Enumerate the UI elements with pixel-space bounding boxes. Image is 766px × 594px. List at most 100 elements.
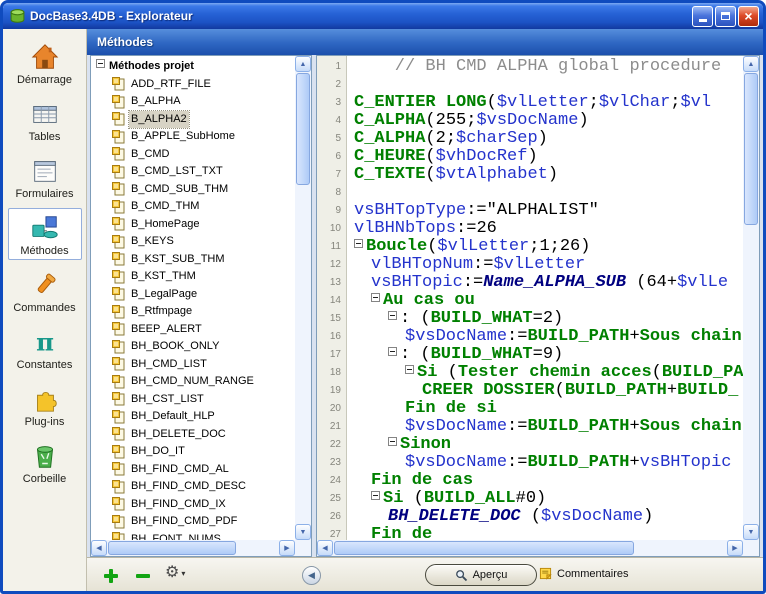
tree-item[interactable]: BH_CMD_LIST bbox=[91, 356, 295, 374]
code-line[interactable]: Fin de cas bbox=[348, 472, 743, 490]
tree-item[interactable]: BH_Default_HLP bbox=[91, 408, 295, 426]
code-line[interactable]: : (BUILD_WHAT=2) bbox=[348, 310, 743, 328]
fold-toggle-icon[interactable] bbox=[371, 293, 380, 302]
fold-toggle-icon[interactable] bbox=[388, 347, 397, 356]
code-line[interactable]: $vsDocName:=BUILD_PATH+Sous chain bbox=[348, 328, 743, 346]
code-line[interactable] bbox=[348, 76, 743, 94]
code-line[interactable]: C_HEURE($vhDocRef) bbox=[348, 148, 743, 166]
tree-item[interactable]: B_KST_THM bbox=[91, 268, 295, 286]
fold-toggle-icon[interactable] bbox=[354, 239, 363, 248]
code-line[interactable]: $vsDocName:=BUILD_PATH+vsBHTopic bbox=[348, 454, 743, 472]
options-button[interactable]: ⚙ ▾ bbox=[165, 565, 185, 581]
code-line[interactable]: Fin de bbox=[348, 526, 743, 540]
scroll-left-button[interactable]: ◀ bbox=[317, 540, 333, 556]
fold-toggle-icon[interactable] bbox=[405, 365, 414, 374]
code-line[interactable]: Boucle($vlLetter;1;26) bbox=[348, 238, 743, 256]
scrollbar-thumb[interactable] bbox=[334, 541, 634, 555]
tree-item[interactable]: B_CMD bbox=[91, 146, 295, 164]
sidebar-item-constantes[interactable]: πConstantes bbox=[8, 322, 82, 374]
sidebar-item-corbeille[interactable]: Corbeille bbox=[8, 436, 82, 488]
sidebar-item-tables[interactable]: Tables bbox=[8, 94, 82, 146]
maximize-button[interactable] bbox=[715, 6, 736, 27]
tree-item[interactable]: BH_DELETE_DOC bbox=[91, 426, 295, 444]
code-line[interactable]: C_ALPHA(2;$charSep) bbox=[348, 130, 743, 148]
tree-item[interactable]: BH_DO_IT bbox=[91, 443, 295, 461]
minimize-button[interactable] bbox=[692, 6, 713, 27]
tree-item[interactable]: B_APPLE_SubHome bbox=[91, 128, 295, 146]
tree-item[interactable]: BH_FIND_CMD_DESC bbox=[91, 478, 295, 496]
tree-item[interactable]: B_KST_SUB_THM bbox=[91, 251, 295, 269]
commands-icon bbox=[9, 269, 81, 301]
add-method-button[interactable] bbox=[103, 568, 119, 584]
tree-item[interactable]: B_CMD_LST_TXT bbox=[91, 163, 295, 181]
scroll-down-button[interactable]: ▼ bbox=[743, 524, 759, 540]
code-line[interactable] bbox=[348, 184, 743, 202]
code-line[interactable]: Si (BUILD_ALL#0) bbox=[348, 490, 743, 508]
code-line[interactable]: Au cas ou bbox=[348, 292, 743, 310]
scroll-left-button[interactable]: ◀ bbox=[91, 540, 107, 556]
scrollbar-thumb[interactable] bbox=[296, 73, 310, 185]
scroll-up-button[interactable]: ▲ bbox=[743, 56, 759, 72]
comments-button[interactable]: Commentaires bbox=[539, 567, 629, 580]
code-line[interactable]: Fin de si bbox=[348, 400, 743, 418]
method-tree[interactable]: Méthodes projet ADD_RTF_FILEB_ALPHAB_ALP… bbox=[91, 56, 295, 540]
tree-item[interactable]: B_ALPHA2 bbox=[91, 111, 295, 129]
tree-vertical-scrollbar[interactable]: ▲ ▼ bbox=[295, 56, 311, 540]
sidebar-item-commandes[interactable]: Commandes bbox=[8, 265, 82, 317]
tree-item[interactable]: BH_BOOK_ONLY bbox=[91, 338, 295, 356]
remove-method-button[interactable] bbox=[135, 568, 151, 584]
collapse-toggle-icon[interactable] bbox=[96, 59, 105, 68]
tree-item[interactable]: BH_CST_LIST bbox=[91, 391, 295, 409]
tree-item[interactable]: B_Rtfmpage bbox=[91, 303, 295, 321]
sidebar-item-d-marrage[interactable]: Démarrage bbox=[8, 37, 82, 89]
scroll-right-button[interactable]: ▶ bbox=[727, 540, 743, 556]
code-line[interactable]: : (BUILD_WHAT=9) bbox=[348, 346, 743, 364]
tree-item[interactable]: BH_FIND_CMD_AL bbox=[91, 461, 295, 479]
sidebar-item-plug-ins[interactable]: Plug-ins bbox=[8, 379, 82, 431]
tree-item[interactable]: B_CMD_SUB_THM bbox=[91, 181, 295, 199]
code-line[interactable]: vlBHNbTops:=26 bbox=[348, 220, 743, 238]
tree-item[interactable]: BH_FIND_CMD_IX bbox=[91, 496, 295, 514]
tree-item[interactable]: BH_FIND_CMD_PDF bbox=[91, 513, 295, 531]
scrollbar-thumb[interactable] bbox=[744, 73, 758, 225]
scroll-right-button[interactable]: ▶ bbox=[279, 540, 295, 556]
tree-item[interactable]: BEEP_ALERT bbox=[91, 321, 295, 339]
fold-toggle-icon[interactable] bbox=[388, 437, 397, 446]
code-line[interactable]: vlBHTopNum:=$vlLetter bbox=[348, 256, 743, 274]
code-line[interactable]: vsBHTopType:="ALPHALIST" bbox=[348, 202, 743, 220]
tree-item[interactable]: B_LegalPage bbox=[91, 286, 295, 304]
tree-item[interactable]: ADD_RTF_FILE bbox=[91, 76, 295, 94]
close-button[interactable]: × bbox=[738, 6, 759, 27]
tree-item[interactable]: B_ALPHA bbox=[91, 93, 295, 111]
apercu-toggle-button[interactable]: Aperçu bbox=[425, 564, 537, 586]
code-line[interactable]: C_ALPHA(255;$vsDocName) bbox=[348, 112, 743, 130]
code-line[interactable]: BH_DELETE_DOC ($vsDocName) bbox=[348, 508, 743, 526]
tree-item[interactable]: B_KEYS bbox=[91, 233, 295, 251]
code-line[interactable]: C_ENTIER LONG($vlLetter;$vlChar;$vl bbox=[348, 94, 743, 112]
sidebar-item-formulaires[interactable]: Formulaires bbox=[8, 151, 82, 203]
editor-horizontal-scrollbar[interactable]: ◀ ▶ bbox=[317, 540, 743, 556]
code-line[interactable]: C_TEXTE($vtAlphabet) bbox=[348, 166, 743, 184]
tree-item[interactable]: B_HomePage bbox=[91, 216, 295, 234]
code-line[interactable]: $vsDocName:=BUILD_PATH+Sous chain bbox=[348, 418, 743, 436]
tree-root[interactable]: Méthodes projet bbox=[91, 58, 295, 76]
code-line[interactable]: // BH CMD ALPHA global procedure bbox=[348, 58, 743, 76]
scroll-up-button[interactable]: ▲ bbox=[295, 56, 311, 72]
sidebar-item-m-thodes[interactable]: Méthodes bbox=[8, 208, 82, 260]
tree-item[interactable]: BH_FONT_NUMS bbox=[91, 531, 295, 541]
scrollbar-thumb[interactable] bbox=[108, 541, 236, 555]
back-button[interactable]: ◀ bbox=[302, 566, 321, 585]
code-line[interactable]: Sinon bbox=[348, 436, 743, 454]
title-bar[interactable]: DocBase3.4DB - Explorateur × bbox=[3, 3, 763, 29]
scroll-down-button[interactable]: ▼ bbox=[295, 524, 311, 540]
fold-toggle-icon[interactable] bbox=[388, 311, 397, 320]
editor-vertical-scrollbar[interactable]: ▲ ▼ bbox=[743, 56, 759, 540]
code-line[interactable]: Si (Tester chemin acces(BUILD_PA bbox=[348, 364, 743, 382]
code-area[interactable]: // BH CMD ALPHA global procedure C_ENTIER… bbox=[348, 56, 743, 540]
tree-item[interactable]: B_CMD_THM bbox=[91, 198, 295, 216]
code-line[interactable]: vsBHTopic:=Name_ALPHA_SUB (64+$vlLe bbox=[348, 274, 743, 292]
tree-horizontal-scrollbar[interactable]: ◀ ▶ bbox=[91, 540, 295, 556]
fold-toggle-icon[interactable] bbox=[371, 491, 380, 500]
code-line[interactable]: CREER DOSSIER(BUILD_PATH+BUILD_ bbox=[348, 382, 743, 400]
tree-item[interactable]: BH_CMD_NUM_RANGE bbox=[91, 373, 295, 391]
